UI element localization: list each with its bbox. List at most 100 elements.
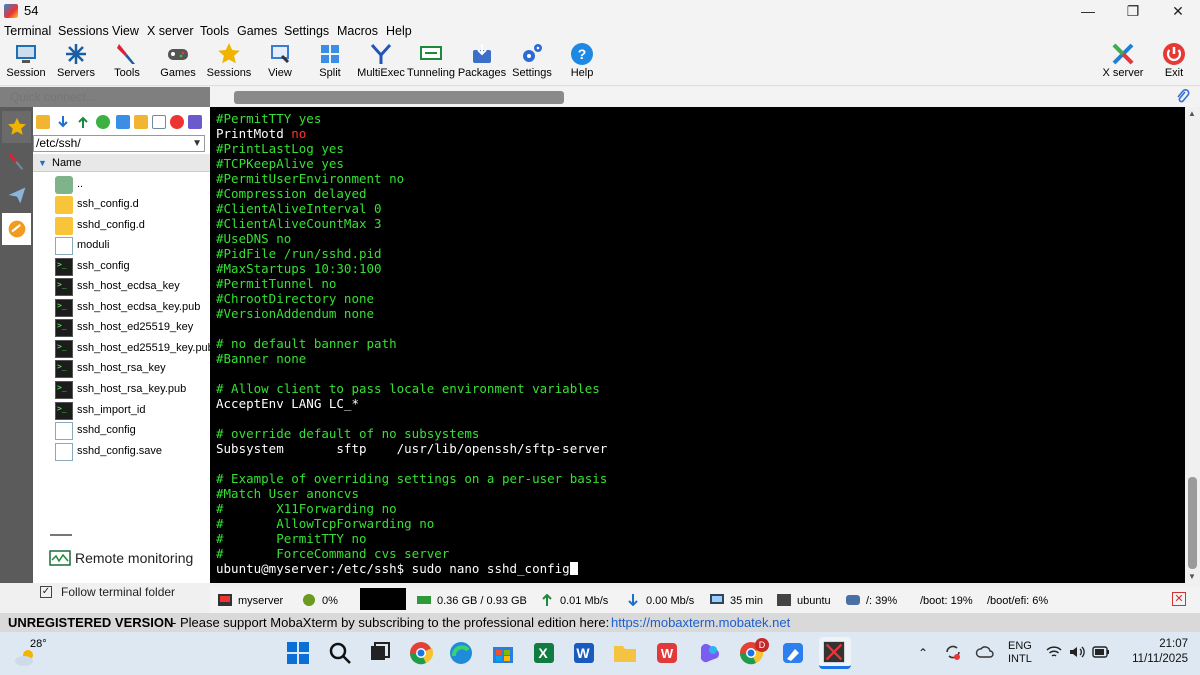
rename-icon[interactable] <box>188 115 202 129</box>
follow-terminal-folder-checkbox[interactable]: ✓ Follow terminal folder <box>33 584 210 604</box>
status-user: ubuntu <box>777 592 831 610</box>
packages-icon <box>473 44 491 63</box>
battery-icon[interactable] <box>1092 645 1110 659</box>
clock[interactable]: 21:07 11/11/2025 <box>1118 637 1188 667</box>
edge-button[interactable] <box>448 640 474 666</box>
quick-connect-input[interactable] <box>0 87 210 107</box>
menu-tools[interactable]: Tools <box>200 24 229 38</box>
terminal-line: #PermitTunnel no <box>216 276 336 291</box>
task-view-icon <box>371 642 390 660</box>
upload-icon[interactable] <box>76 115 90 129</box>
terminal-line: # no default banner path <box>216 336 397 351</box>
download-icon[interactable] <box>56 115 70 129</box>
mobaxterm-taskbar-button[interactable] <box>819 637 851 669</box>
menu-sessions[interactable]: Sessions <box>58 24 109 38</box>
file-list-header[interactable]: ▼ Name <box>33 154 210 172</box>
file-explorer-button[interactable] <box>612 640 638 666</box>
close-status-icon[interactable]: ✕ <box>1172 592 1186 606</box>
clock-time: 21:07 <box>1159 638 1188 650</box>
session-tab-redacted[interactable] <box>234 91 564 104</box>
refresh-icon[interactable] <box>96 115 110 129</box>
exit-power-icon <box>1163 43 1185 65</box>
terminal-view[interactable]: #PermitTTY yes PrintMotd no #PrintLastLog … <box>210 107 1185 583</box>
menu-games[interactable]: Games <box>237 24 277 38</box>
terminal-line-text: # AllowTcpForwarding no <box>216 516 435 531</box>
unregistered-title: UNREGISTERED VERSION <box>8 615 174 630</box>
path-select[interactable]: /etc/ssh/ ▼ <box>33 135 205 152</box>
disk-icon <box>846 595 860 605</box>
weather-widget[interactable]: 28° <box>14 638 47 668</box>
subscribe-link[interactable]: https://mobaxterm.mobatek.net <box>611 613 790 632</box>
paperclip-icon[interactable] <box>1176 89 1190 105</box>
settings-gear-icon <box>523 44 542 62</box>
scrollbar-thumb[interactable] <box>1188 477 1197 569</box>
wps-button[interactable]: W <box>654 640 680 666</box>
copilot-button[interactable] <box>696 640 722 666</box>
terminal-line-text: #Match User anoncvs <box>216 486 359 501</box>
window-title: 54 <box>24 3 39 18</box>
task-view-button[interactable] <box>367 640 393 666</box>
text-cursor <box>569 562 578 575</box>
scroll-up-icon[interactable]: ▲ <box>1188 109 1196 118</box>
help-button[interactable]: ? Help <box>552 40 612 86</box>
remote-monitoring-button[interactable]: Remote monitoring <box>33 547 210 577</box>
terminal-line-text: #MaxStartups 10:30:100 <box>216 261 382 276</box>
menu-terminal[interactable]: Terminal <box>4 24 51 38</box>
terminal-line-text: # no default banner path <box>216 336 397 351</box>
terminal-line-text: # override default of no subsystems <box>216 426 480 441</box>
show-hidden-icons[interactable]: ⌃ <box>918 646 928 660</box>
folder-icon <box>55 196 73 214</box>
excel-button[interactable]: X <box>531 640 557 666</box>
sftp-tab[interactable] <box>2 213 31 245</box>
language-indicator[interactable]: ENG INTL <box>1008 640 1032 666</box>
weather-cloud-icon <box>15 650 33 666</box>
file-toolbar <box>33 113 210 133</box>
restore-button[interactable]: ❐ <box>1111 0 1155 22</box>
sync-icon[interactable] <box>944 643 962 661</box>
terminal-line: #PidFile /run/sshd.pid <box>216 246 382 261</box>
chrome-button[interactable] <box>408 640 434 666</box>
menu-x-server[interactable]: X server <box>147 24 194 38</box>
minimize-button[interactable]: — <box>1066 0 1110 22</box>
word-button[interactable]: W <box>571 640 597 666</box>
script-file-icon <box>55 299 73 317</box>
search-icon <box>329 642 351 664</box>
menu-view[interactable]: View <box>112 24 139 38</box>
sessions-tab[interactable] <box>2 111 31 143</box>
scroll-down-icon[interactable]: ▼ <box>1188 572 1196 581</box>
wifi-icon[interactable] <box>1046 644 1062 660</box>
splitter-handle[interactable] <box>50 534 72 536</box>
close-button[interactable]: ✕ <box>1156 0 1200 22</box>
cloud-icon[interactable] <box>975 644 995 660</box>
terminal-scrollbar[interactable]: ▲ ▼ <box>1185 107 1200 583</box>
svg-text:?: ? <box>578 46 587 62</box>
search-button[interactable] <box>327 640 353 666</box>
terminal-line-text: #ChrootDirectory none <box>216 291 375 306</box>
volume-icon[interactable] <box>1069 644 1085 660</box>
start-button[interactable] <box>285 640 311 666</box>
tools-tab[interactable] <box>2 145 31 177</box>
chrome-profile-button[interactable]: D <box>738 638 769 666</box>
pinned-app-button[interactable] <box>780 640 806 666</box>
script-file-icon <box>55 402 73 420</box>
title-bar: 54 — ❐ ✕ <box>0 0 1200 22</box>
chrome-icon <box>409 642 434 665</box>
clock-date: 11/11/2025 <box>1132 653 1188 665</box>
terminal-line-text: #PermitTTY yes <box>216 111 322 126</box>
terminal-follow-icon[interactable] <box>116 115 130 129</box>
menu-settings[interactable]: Settings <box>284 24 329 38</box>
script-file-icon <box>55 258 73 276</box>
exit-button[interactable]: Exit <box>1144 40 1200 86</box>
servers-icon <box>66 44 86 64</box>
new-folder-icon[interactable] <box>134 115 148 129</box>
path-value: /etc/ssh/ <box>36 136 81 150</box>
menu-macros[interactable]: Macros <box>337 24 378 38</box>
menu-help[interactable]: Help <box>386 24 412 38</box>
up-folder-icon[interactable] <box>36 115 50 129</box>
terminal-prompt-line[interactable]: ubuntu@myserver:/etc/ssh$ sudo nano sshd… <box>216 561 578 576</box>
delete-icon[interactable] <box>170 115 184 129</box>
status-disk-efi: /boot/efi: 6% <box>987 595 1049 607</box>
macros-tab[interactable] <box>2 179 31 211</box>
store-button[interactable] <box>490 640 516 666</box>
new-file-icon[interactable] <box>152 115 166 129</box>
